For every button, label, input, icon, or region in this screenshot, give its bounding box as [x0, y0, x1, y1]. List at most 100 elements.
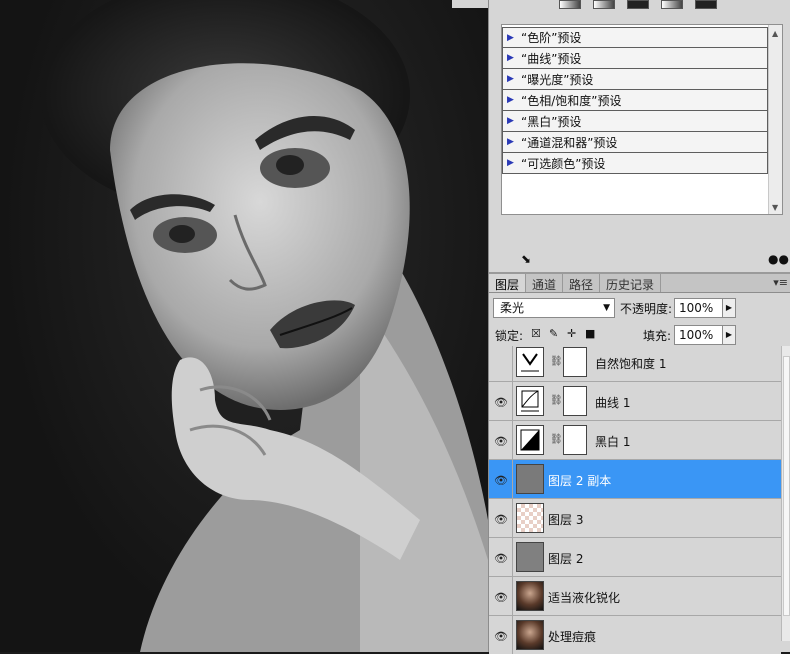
panel-menu-icon[interactable]: ▾≡ — [773, 276, 788, 289]
expand-triangle-icon: ▶ — [507, 74, 514, 84]
panel-tabs: 图层 通道 路径 历史记录 ▾≡ — [489, 274, 790, 293]
preset-label: “色相/饱和度”预设 — [521, 93, 622, 108]
invert-icon[interactable] — [695, 0, 717, 9]
expand-triangle-icon: ▶ — [507, 95, 514, 105]
eye-icon[interactable]: 👁 — [494, 591, 508, 604]
layer-row[interactable]: 👁 ⛓ 曲线 1 — [489, 382, 781, 421]
blend-mode-value: 柔光 — [500, 301, 525, 315]
preset-label: “色阶”预设 — [521, 31, 582, 45]
link-icon[interactable]: ⛓ — [550, 395, 563, 406]
visibility-toggle[interactable]: 👁 — [489, 499, 513, 538]
link-icon[interactable]: ⛓ — [550, 356, 563, 367]
expand-triangle-icon: ▶ — [507, 137, 514, 147]
visibility-toggle[interactable]: 👁 — [489, 421, 513, 460]
visibility-toggle[interactable]: 👁 — [489, 382, 513, 421]
expand-triangle-icon: ▶ — [507, 158, 514, 168]
fill-slider-arrow-icon[interactable]: ▶ — [722, 325, 736, 345]
document-canvas[interactable] — [0, 0, 488, 652]
canvas-edge-strip — [452, 0, 488, 8]
layer-thumbnail — [516, 503, 544, 533]
layer-row[interactable]: 👁 处理痘痕 — [489, 616, 781, 654]
layer-row[interactable]: 👁 适当液化锐化 — [489, 577, 781, 616]
eye-icon[interactable]: 👁 — [494, 396, 508, 409]
preset-black-white[interactable]: ▶ “黑白”预设 — [502, 111, 768, 132]
adjustment-icons-row — [559, 0, 717, 10]
fill-label: 填充: — [643, 329, 672, 343]
layer-row[interactable]: ⛓ 自然饱和度 1 — [489, 346, 781, 382]
preset-hue-saturation[interactable]: ▶ “色相/饱和度”预设 — [502, 90, 768, 111]
layer-thumbnail — [516, 620, 544, 650]
layers-panel: 图层 通道 路径 历史记录 ▾≡ 柔光 ▼ 不透明度: 100% ▶ 锁定: ☒… — [489, 272, 790, 654]
adjustments-footer: ⬊ ●● — [489, 252, 790, 270]
lock-row: 锁定: ☒ ✎ ✛ ■ 填充: 100% ▶ — [493, 325, 787, 345]
opacity-label: 不透明度: — [620, 302, 673, 316]
lock-transparency-icon[interactable]: ☒ — [531, 328, 543, 340]
visibility-toggle[interactable]: 👁 — [489, 616, 513, 654]
portrait-photo — [40, 0, 488, 652]
blend-mode-select[interactable]: 柔光 ▼ — [493, 298, 615, 318]
fill-field[interactable]: 100% — [674, 325, 724, 345]
lock-label: 锁定: — [495, 329, 524, 343]
lock-pixels-icon[interactable]: ✎ — [549, 328, 561, 340]
levels-icon[interactable] — [559, 0, 581, 9]
layer-mask-thumbnail[interactable] — [563, 347, 587, 377]
tab-layers[interactable]: 图层 — [489, 274, 527, 292]
visibility-toggle[interactable] — [489, 346, 513, 382]
layer-mask-thumbnail[interactable] — [563, 386, 587, 416]
layer-row[interactable]: 👁 图层 3 — [489, 499, 781, 538]
visibility-toggle[interactable]: 👁 — [489, 577, 513, 616]
tab-paths[interactable]: 路径 — [563, 274, 601, 292]
opacity-slider-arrow-icon[interactable]: ▶ — [722, 298, 736, 318]
scroll-down-icon[interactable]: ▼ — [772, 203, 778, 212]
layer-row[interactable]: 👁 图层 2 — [489, 538, 781, 577]
tab-history[interactable]: 历史记录 — [600, 274, 662, 292]
view-toggle-icon[interactable]: ●● — [768, 252, 789, 266]
lock-all-icon[interactable]: ■ — [585, 328, 597, 340]
eye-icon[interactable]: 👁 — [494, 474, 508, 487]
layer-mask-thumbnail[interactable] — [563, 425, 587, 455]
tab-channels[interactable]: 通道 — [526, 274, 564, 292]
preset-label: “可选颜色”预设 — [521, 156, 606, 171]
link-icon[interactable]: ⛓ — [550, 434, 563, 445]
selective-color-icon[interactable] — [661, 0, 683, 9]
preset-channel-mixer[interactable]: ▶ “通道混和器”预设 — [502, 132, 768, 153]
layer-list: ⛓ 自然饱和度 1 👁 ⛓ 曲线 1 👁 ⛓ 黑白 1 👁 图层 2 副本 👁 … — [489, 346, 781, 654]
eye-icon[interactable]: 👁 — [494, 435, 508, 448]
scroll-up-icon[interactable]: ▲ — [772, 29, 778, 38]
layer-name: 图层 3 — [548, 513, 584, 527]
vibrance-icon — [516, 347, 544, 377]
layer-name: 自然饱和度 1 — [595, 357, 667, 371]
opacity-field[interactable]: 100% — [674, 298, 724, 318]
preset-curves[interactable]: ▶ “曲线”预设 — [502, 48, 768, 69]
layer-name: 处理痘痕 — [548, 630, 597, 644]
preset-levels[interactable]: ▶ “色阶”预设 — [502, 27, 768, 48]
layer-name: 曲线 1 — [595, 396, 631, 410]
layer-name: 图层 2 — [548, 552, 584, 566]
expand-triangle-icon: ▶ — [507, 53, 514, 63]
layer-row[interactable]: 👁 ⛓ 黑白 1 — [489, 421, 781, 460]
layer-name: 适当液化锐化 — [548, 591, 621, 605]
lock-position-icon[interactable]: ✛ — [567, 328, 579, 340]
presets-scrollbar[interactable]: ▲ ▼ — [768, 25, 782, 214]
return-icon[interactable]: ⬊ — [521, 252, 531, 266]
right-dock: ▶ “色阶”预设 ▶ “曲线”预设 ▶ “曝光度”预设 ▶ “色相/饱和度”预设 ▶ “黑… — [488, 0, 790, 654]
preset-exposure[interactable]: ▶ “曝光度”预设 — [502, 69, 768, 90]
expand-triangle-icon: ▶ — [507, 116, 514, 126]
adjustment-presets-list: ▶ “色阶”预设 ▶ “曲线”预设 ▶ “曝光度”预设 ▶ “色相/饱和度”预设 ▶ “黑… — [501, 24, 783, 215]
black-white-icon — [516, 425, 544, 455]
preset-selective-color[interactable]: ▶ “可选颜色”预设 — [502, 153, 768, 174]
gradient-map-icon[interactable] — [593, 0, 615, 9]
eye-icon[interactable]: 👁 — [494, 552, 508, 565]
preset-label: “通道混和器”预设 — [521, 135, 618, 150]
layer-row-selected[interactable]: 👁 图层 2 副本 — [489, 460, 781, 499]
scroll-thumb[interactable] — [783, 356, 790, 616]
layers-scrollbar[interactable] — [781, 346, 790, 641]
expand-triangle-icon: ▶ — [507, 32, 514, 43]
eye-icon[interactable]: 👁 — [494, 630, 508, 643]
visibility-toggle[interactable]: 👁 — [489, 538, 513, 577]
eye-icon[interactable]: 👁 — [494, 513, 508, 526]
preset-label: “曝光度”预设 — [521, 72, 594, 87]
threshold-icon[interactable] — [627, 0, 649, 9]
layer-thumbnail — [516, 581, 544, 611]
visibility-toggle[interactable]: 👁 — [489, 460, 513, 499]
